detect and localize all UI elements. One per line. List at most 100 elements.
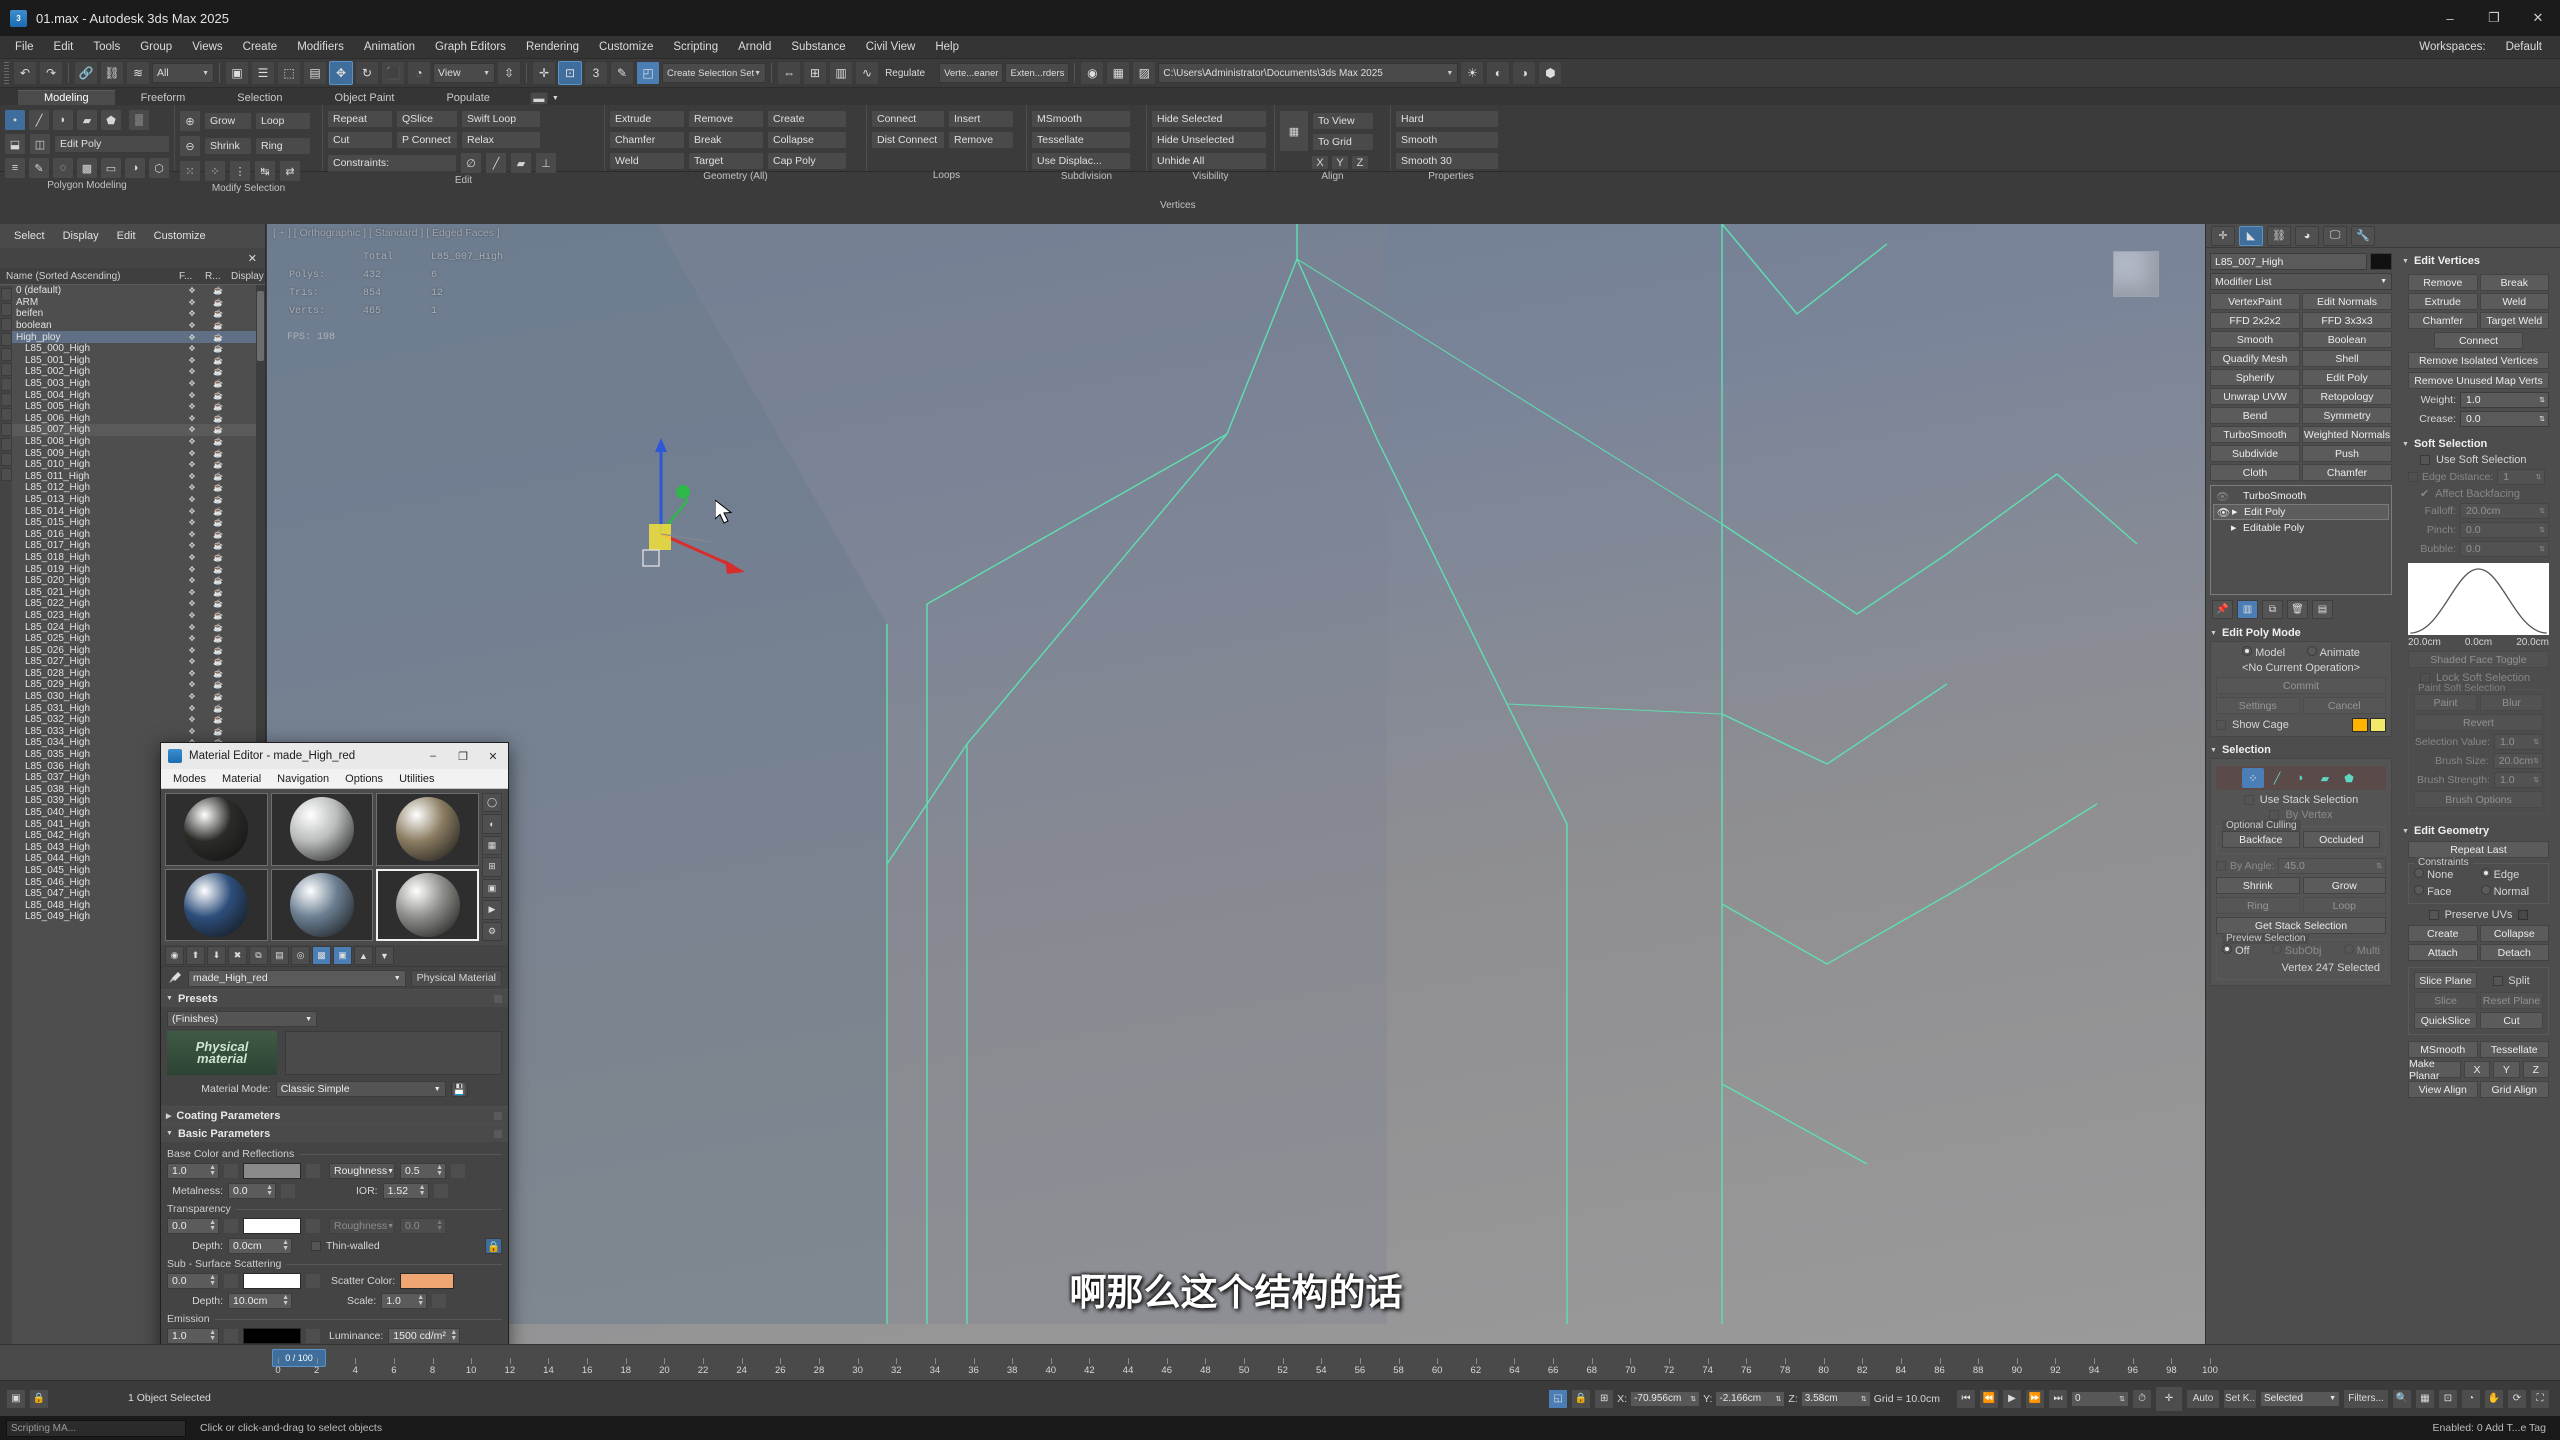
modifier-button[interactable]: Subdivide: [2210, 445, 2300, 462]
modifier-button[interactable]: Boolean: [2302, 331, 2392, 348]
dot-loop-icon[interactable]: ⁙: [179, 160, 201, 182]
explorer-menu-display[interactable]: Display: [55, 228, 107, 244]
menu-graph-editors[interactable]: Graph Editors: [425, 38, 516, 56]
shrink-icon[interactable]: ⊖: [179, 135, 201, 157]
mirror-icon[interactable]: ⇔: [777, 61, 802, 85]
side-tool-10[interactable]: [1, 423, 12, 436]
sub-object-polygon-icon[interactable]: ▰: [76, 109, 98, 131]
roughness-mode-dropdown[interactable]: Roughness ▼: [329, 1163, 395, 1179]
orbit-icon[interactable]: ⟳: [2507, 1388, 2527, 1409]
preserve-uvs-settings-icon[interactable]: [2518, 910, 2529, 920]
workspace-value[interactable]: Default: [2496, 38, 2552, 56]
selection-header[interactable]: ▼ Selection: [2210, 742, 2392, 758]
element-icon[interactable]: ⬟: [2338, 768, 2360, 788]
viewcube-face[interactable]: [2113, 251, 2159, 297]
go-to-start-icon[interactable]: ⏮: [1956, 1388, 1976, 1409]
explorer-row[interactable]: L85_031_High ✥ ☕: [0, 702, 265, 714]
window-controls[interactable]: – ❐ ✕: [2428, 0, 2560, 36]
freeze-icon[interactable]: ✥: [179, 634, 205, 643]
teapot-icon[interactable]: ☕: [205, 680, 231, 689]
base-weight-spinner[interactable]: 1.0 ▲ ▼: [167, 1163, 219, 1179]
loop-button[interactable]: Loop: [2302, 897, 2386, 914]
make-planar-button[interactable]: Make Planar: [2408, 1058, 2461, 1082]
next-frame-icon[interactable]: ⏩: [2025, 1388, 2045, 1409]
ribbon-tab-strip[interactable]: Modeling Freeform Selection Object Paint…: [0, 88, 2560, 105]
teapot-icon[interactable]: ☕: [205, 321, 231, 330]
lock-icon[interactable]: 🔒: [485, 1238, 502, 1254]
msmooth-button[interactable]: MSmooth: [1031, 110, 1131, 128]
explorer-row[interactable]: L85_022_High ✥ ☕: [0, 598, 265, 610]
target-weld-button[interactable]: Target Weld: [2479, 312, 2549, 329]
populate-camera-icon[interactable]: ▬: [529, 92, 548, 105]
to-view-button[interactable]: To View: [1312, 111, 1374, 130]
constraint-normal-icon[interactable]: ⊥: [535, 152, 557, 174]
teapot-icon[interactable]: ☕: [205, 530, 231, 539]
explorer-row[interactable]: L85_014_High ✥ ☕: [0, 505, 265, 517]
make-unique-icon[interactable]: ⧉: [2262, 599, 2283, 619]
make-planar-icon[interactable]: ▦: [1279, 110, 1309, 152]
soft-selection-header[interactable]: ▼ Soft Selection: [2402, 436, 2555, 452]
me-menu-material[interactable]: Material: [214, 771, 269, 787]
cut-button[interactable]: Cut: [2480, 1012, 2543, 1029]
me-menu-modes[interactable]: Modes: [165, 771, 214, 787]
explorer-row[interactable]: ▸ARM✥☕: [0, 297, 265, 309]
explorer-menu-edit[interactable]: Edit: [109, 228, 144, 244]
attach-button[interactable]: Attach: [2408, 944, 2478, 961]
stack-row-editable-poly[interactable]: ▶ Editable Poly: [2213, 520, 2389, 536]
side-tool-4[interactable]: [1, 333, 12, 346]
material-id-icon[interactable]: ◎: [291, 946, 310, 965]
selection-body[interactable]: ⁘ ╱ ◗ ▰ ⬟ Use Stack Selection By Vertex: [2210, 758, 2392, 986]
modifier-button[interactable]: Smooth: [2210, 331, 2300, 348]
transparency-color-swatch[interactable]: [243, 1218, 301, 1234]
tab-freeform[interactable]: Freeform: [115, 91, 212, 105]
sub-object-edge-icon[interactable]: ╱: [28, 109, 50, 131]
zoom-extents-icon[interactable]: ⊡: [2438, 1388, 2458, 1409]
bubble-spinner[interactable]: 0.0 ⇅: [2460, 541, 2549, 557]
explorer-row[interactable]: L85_008_High ✥ ☕: [0, 436, 265, 448]
remove-button[interactable]: Remove: [688, 110, 764, 128]
align-z-icon[interactable]: Z: [1351, 155, 1369, 170]
sub-object-element-icon[interactable]: ⬟: [100, 109, 122, 131]
background-icon[interactable]: ▦: [482, 835, 502, 856]
make-planar-y-button[interactable]: Y: [2493, 1061, 2520, 1078]
ior-spinner[interactable]: 1.52 ▲ ▼: [382, 1183, 429, 1199]
close-icon[interactable]: ✕: [248, 252, 257, 265]
explorer-row[interactable]: L85_023_High ✥ ☕: [0, 610, 265, 622]
edit-poly-mode-icon[interactable]: ◫: [29, 133, 51, 155]
teapot-icon[interactable]: ☕: [205, 599, 231, 608]
column-display[interactable]: Display: [231, 271, 265, 282]
edit-poly-mode-header[interactable]: ▼ Edit Poly Mode: [2210, 625, 2392, 641]
freeze-icon[interactable]: ✥: [179, 704, 205, 713]
percent-snap-icon[interactable]: 3: [584, 61, 608, 85]
preview-multi-radio[interactable]: [2343, 944, 2354, 954]
msmooth-button[interactable]: MSmooth: [2408, 1041, 2478, 1058]
explorer-row[interactable]: L85_020_High ✥ ☕: [0, 575, 265, 587]
freeze-icon[interactable]: ✥: [179, 588, 205, 597]
falloff-spinner[interactable]: 20.0cm ⇅: [2460, 503, 2549, 519]
presets-dropdown[interactable]: (Finishes) ▼: [167, 1011, 317, 1027]
show-cage-checkbox[interactable]: [2216, 720, 2226, 730]
teapot-icon[interactable]: ☕: [205, 472, 231, 481]
transparency-depth-spinner[interactable]: 0.0cm ▲ ▼: [228, 1238, 292, 1254]
grow-button[interactable]: Grow: [204, 112, 252, 130]
slice-plane-button[interactable]: Slice Plane: [2414, 972, 2477, 989]
absolute-relative-toggle-icon[interactable]: ◱: [1548, 1388, 1569, 1409]
freeze-icon[interactable]: ✥: [179, 565, 205, 574]
basic-parameters-body[interactable]: Base Color and Reflections 1.0 ▲ ▼ Rough…: [161, 1142, 508, 1353]
make-planar-x-button[interactable]: X: [2463, 1061, 2491, 1078]
metalness-spinner[interactable]: 0.0 ▲ ▼: [228, 1183, 276, 1199]
undo-icon[interactable]: ↶: [13, 61, 37, 85]
pin-icon[interactable]: [494, 1111, 502, 1120]
emission-color-map-button[interactable]: [306, 1329, 320, 1343]
command-panel-tabs[interactable]: ✛ ◣ ⛓ ◕ 🖵 🔧: [2206, 224, 2560, 248]
border-icon[interactable]: ◗: [2290, 768, 2312, 788]
timeline-ticks[interactable]: 0 2 4 6 8 10 12 14 16 18 20 22 24 26 28 30 32 34 36 38 40 42 4…: [268, 1345, 2560, 1381]
sss-weight-spinner[interactable]: 0.0 ▲ ▼: [167, 1273, 219, 1289]
teapot-icon[interactable]: ☕: [205, 414, 231, 423]
coating-header[interactable]: ▶ Coating Parameters: [161, 1107, 508, 1124]
break-button[interactable]: Break: [688, 131, 764, 149]
teapot-icon[interactable]: ☕: [205, 541, 231, 550]
select-and-scale-icon[interactable]: ⬛: [381, 61, 405, 85]
freeze-icon[interactable]: ✥: [179, 321, 205, 330]
base-color-swatch[interactable]: [243, 1163, 301, 1179]
